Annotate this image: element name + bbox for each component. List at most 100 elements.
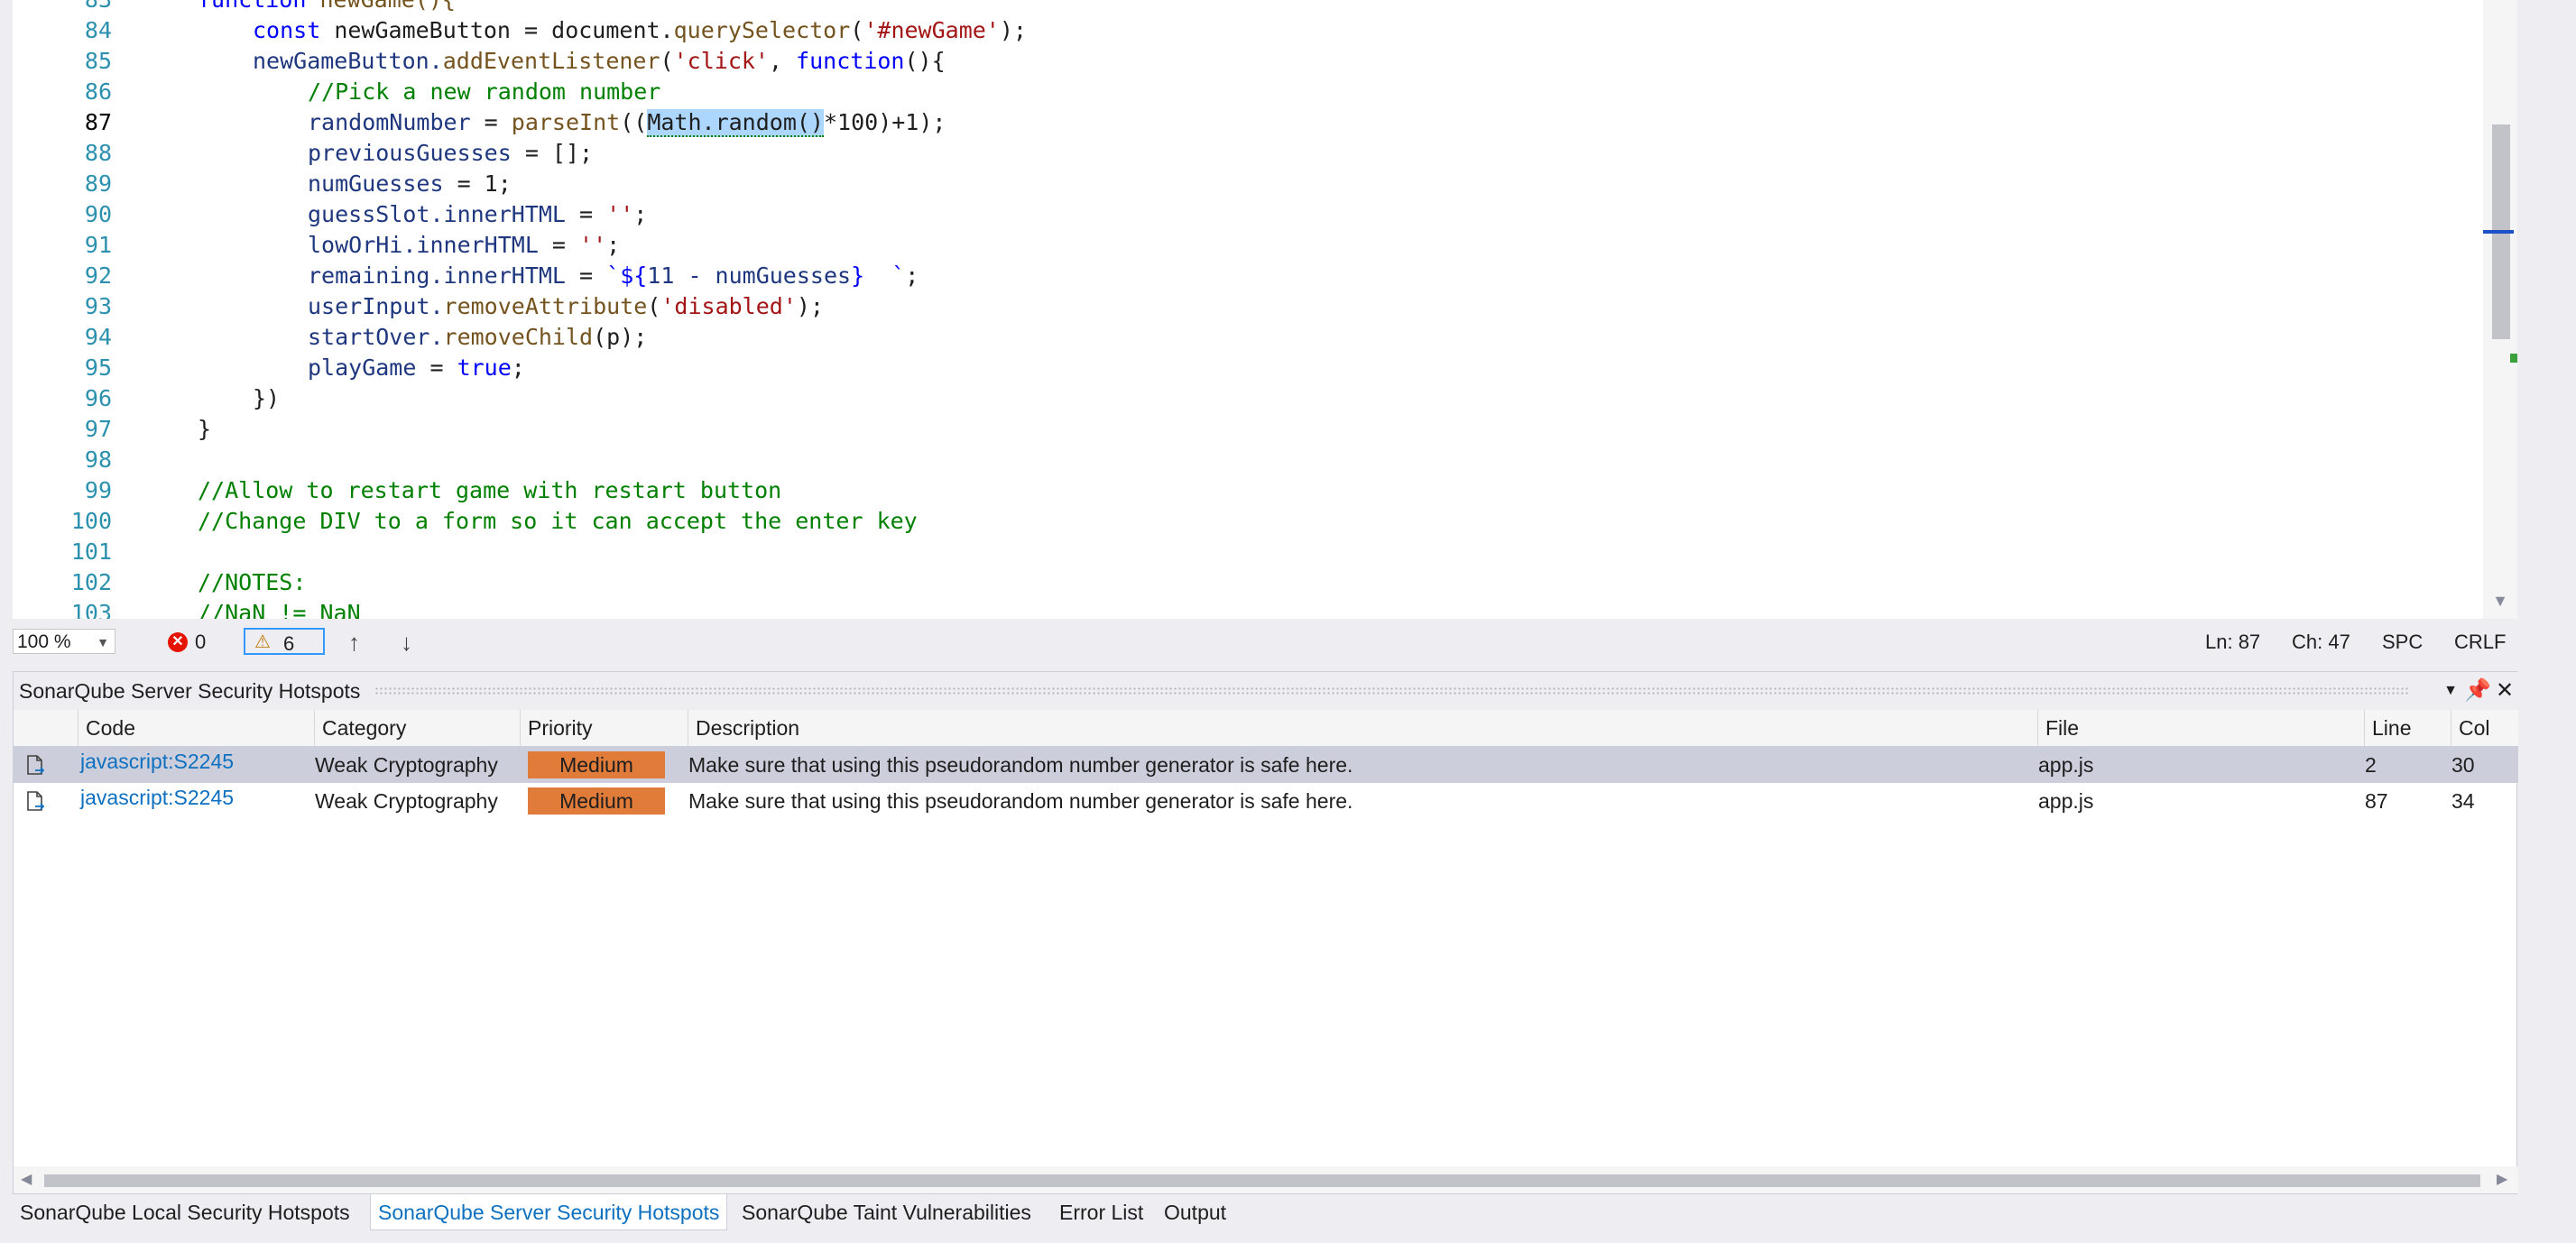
next-issue-arrow-icon[interactable]: ↓ [401, 625, 412, 659]
document-navigate-icon[interactable] [26, 791, 44, 813]
scroll-left-arrow-icon[interactable]: ◀ [21, 1166, 32, 1193]
highlighted-hotspot-token: Math.random() [647, 109, 824, 137]
code-line[interactable]: 91 lowOrHi.innerHTML = ''; [13, 230, 2467, 261]
code-line[interactable]: 95 playGame = true; [13, 353, 2467, 383]
column-header-line[interactable]: Line [2365, 710, 2451, 746]
code-line[interactable]: 87 randomNumber = parseInt((Math.random()… [13, 107, 2467, 138]
tab-output[interactable]: Output [1157, 1194, 1233, 1230]
code-text[interactable]: userInput.removeAttribute('disabled'); [308, 291, 824, 322]
tab-server-security-hotspots[interactable]: SonarQube Server Security Hotspots [370, 1194, 728, 1230]
code-line[interactable]: 93 userInput.removeAttribute('disabled'); [13, 291, 2467, 322]
line-number: 83 [13, 0, 112, 15]
code-line[interactable]: 92 remaining.innerHTML = `${11 - numGuess… [13, 261, 2467, 291]
code-line[interactable]: 97} [13, 414, 2467, 445]
code-text[interactable]: lowOrHi.innerHTML = ''; [308, 230, 620, 261]
grid-scroll-thumb[interactable] [44, 1174, 2480, 1187]
error-count[interactable]: 0 [195, 625, 206, 659]
column-header-icon[interactable] [14, 710, 78, 746]
code-line[interactable]: 102 //NOTES: [13, 567, 2467, 598]
code-token: ); [796, 293, 824, 319]
code-line[interactable]: 90 guessSlot.innerHTML = ''; [13, 199, 2467, 230]
code-text[interactable]: //Change DIV to a form so it can accept … [198, 506, 918, 537]
code-text[interactable]: previousGuesses = []; [308, 138, 593, 169]
rule-code-link[interactable]: javascript:S2245 [80, 743, 234, 779]
zoom-value: 100 % [17, 631, 71, 652]
code-text[interactable]: numGuesses = 1; [308, 169, 512, 199]
code-line[interactable]: 86 //Pick a new random number [13, 77, 2467, 107]
code-line[interactable]: 96}) [13, 383, 2467, 414]
code-token: ( [850, 17, 864, 43]
code-text[interactable]: //NOTES: [198, 567, 306, 598]
code-text[interactable]: const newGameButton = document.querySele… [253, 15, 1027, 46]
close-icon[interactable]: ✕ [2491, 676, 2518, 706]
col-cell: 30 [2451, 753, 2475, 777]
code-token: guessSlot.innerHTML [308, 201, 566, 227]
column-header-code[interactable]: Code [78, 710, 315, 746]
column-header-description[interactable]: Description [688, 710, 2038, 746]
tab-taint-vulnerabilities[interactable]: SonarQube Taint Vulnerabilities [734, 1194, 1039, 1230]
panel-title-bar[interactable]: SonarQube Server Security Hotspots ▼ 📌 ✕ [14, 672, 2518, 710]
window-position-dropdown-icon[interactable]: ▼ [2437, 676, 2464, 706]
column-header-col[interactable]: Col [2451, 710, 2518, 746]
zoom-dropdown[interactable]: 100 % ▼ [13, 629, 115, 654]
chevron-down-icon: ▼ [97, 635, 109, 649]
table-row[interactable]: javascript:S2245 Weak Cryptography Mediu… [14, 747, 2518, 783]
warning-indicator[interactable]: ⚠ 6 [244, 628, 325, 655]
rule-code-link[interactable]: javascript:S2245 [80, 779, 234, 815]
panel-drag-grip[interactable] [374, 686, 2410, 695]
code-line[interactable]: 89 numGuesses = 1; [13, 169, 2467, 199]
code-token: function [796, 48, 905, 74]
error-icon[interactable]: ✕ [168, 632, 188, 652]
code-text[interactable]: //NaN != NaN [198, 598, 361, 619]
spacing-indicator[interactable]: SPC [2382, 625, 2423, 659]
description-cell: Make sure that using this pseudorandom n… [688, 753, 1353, 777]
pin-icon[interactable]: 📌 [2464, 676, 2491, 706]
code-line[interactable]: 98 [13, 445, 2467, 475]
code-editor[interactable]: 83 function newGame(){ 84 const newGameButt… [13, 0, 2517, 619]
line-ending-indicator[interactable]: CRLF [2454, 625, 2506, 659]
line-number: 97 [84, 416, 112, 442]
code-line[interactable]: 99 //Allow to restart game with restart b… [13, 475, 2467, 506]
line-number: 84 [84, 17, 112, 43]
code-text[interactable]: }) [253, 383, 280, 414]
code-line[interactable]: 94 startOver.removeChild(p); [13, 322, 2467, 353]
column-header-priority[interactable]: Priority [521, 710, 688, 746]
column-header-category[interactable]: Category [315, 710, 521, 746]
category-cell: Weak Cryptography [315, 753, 498, 777]
code-line[interactable]: 88 previousGuesses = []; [13, 138, 2467, 169]
code-text[interactable]: function newGame(){ [198, 0, 456, 15]
code-text[interactable]: newGameButton.addEventListener('click', … [253, 46, 946, 77]
code-token: (){ [904, 48, 946, 74]
code-line[interactable]: 85 newGameButton.addEventListener('click'… [13, 46, 2467, 77]
code-line[interactable]: 101 [13, 537, 2467, 567]
line-number: 86 [84, 78, 112, 105]
code-token: } [198, 416, 212, 442]
document-navigate-icon[interactable] [26, 755, 44, 777]
code-token: ( [660, 48, 674, 74]
line-indicator[interactable]: Ln: 87 [2205, 625, 2260, 659]
code-line[interactable]: 84 const newGameButton = document.querySe… [13, 15, 2467, 46]
code-text[interactable]: } [198, 414, 211, 445]
scroll-right-arrow-icon[interactable]: ▶ [2497, 1166, 2507, 1193]
char-indicator[interactable]: Ch: 47 [2292, 625, 2350, 659]
column-header-file[interactable]: File [2038, 710, 2365, 746]
previous-issue-arrow-icon[interactable]: ↑ [348, 625, 360, 659]
code-text[interactable]: startOver.removeChild(p); [308, 322, 647, 353]
code-line[interactable]: 83 function newGame(){ [13, 0, 2467, 15]
tab-error-list[interactable]: Error List [1052, 1194, 1150, 1230]
code-text[interactable]: guessSlot.innerHTML = ''; [308, 199, 647, 230]
code-text[interactable]: //Pick a new random number [308, 77, 660, 107]
code-line[interactable]: 100 //Change DIV to a form so it can acce… [13, 506, 2467, 537]
code-text[interactable]: remaining.innerHTML = `${11 - numGuesses… [308, 261, 919, 291]
tab-local-security-hotspots[interactable]: SonarQube Local Security Hotspots [13, 1194, 357, 1230]
editor-vertical-scrollbar[interactable]: ▼ [2483, 0, 2517, 619]
grid-horizontal-scrollbar[interactable]: ◀ ▶ [14, 1166, 2518, 1193]
code-token: //Allow to restart game with restart but… [198, 477, 782, 503]
code-line[interactable]: 103 //NaN != NaN [13, 598, 2467, 619]
code-text[interactable]: randomNumber = parseInt((Math.random()*1… [308, 107, 946, 138]
scroll-down-arrow-icon[interactable]: ▼ [2483, 592, 2517, 611]
table-row[interactable]: javascript:S2245 Weak Cryptography Mediu… [14, 783, 2518, 819]
code-text[interactable]: //Allow to restart game with restart but… [198, 475, 781, 506]
code-text[interactable]: playGame = true; [308, 353, 525, 383]
line-number: 92 [84, 262, 112, 289]
